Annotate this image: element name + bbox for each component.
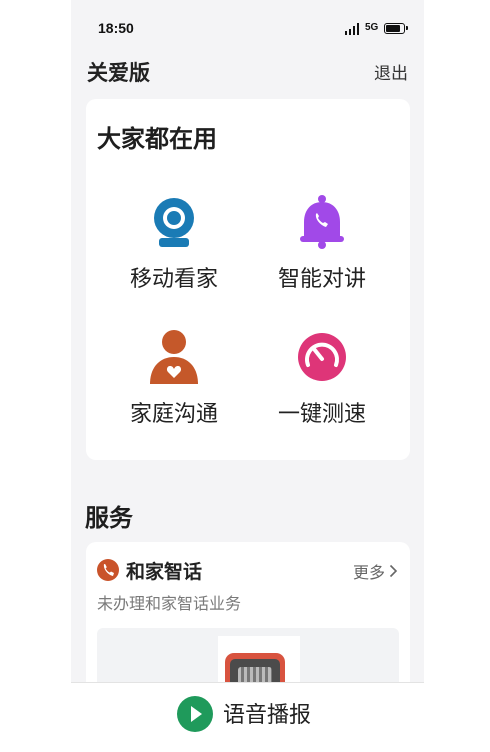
service-name: 和家智话 xyxy=(126,561,203,583)
voice-broadcast-label: 语音播报 xyxy=(223,703,312,728)
phone-screen: 18:50 5G 关爱版 退出 大家都在用 移动看家 智能对讲 家庭沟通 一键测… xyxy=(71,0,424,752)
status-bar: 18:50 5G xyxy=(71,16,424,44)
phone-icon xyxy=(97,559,119,581)
signal-icon xyxy=(345,23,361,35)
feature-label: 家庭沟通 xyxy=(129,402,218,427)
popular-section-title: 大家都在用 xyxy=(97,125,217,153)
feature-family-communication[interactable]: 家庭沟通 xyxy=(99,329,249,428)
speedometer-icon xyxy=(296,329,348,385)
status-time: 18:50 xyxy=(98,20,134,36)
service-description: 未办理和家智话业务 xyxy=(97,594,242,613)
feature-mobile-home-watch[interactable]: 移动看家 xyxy=(99,194,249,293)
feature-label: 移动看家 xyxy=(129,267,218,292)
page-title: 关爱版 xyxy=(87,61,150,85)
popular-features-card: 大家都在用 移动看家 智能对讲 家庭沟通 一键测速 xyxy=(86,99,410,460)
battery-icon xyxy=(384,23,408,34)
feature-label: 智能对讲 xyxy=(277,267,366,292)
more-link[interactable]: 更多 xyxy=(353,559,398,583)
services-section-title: 服务 xyxy=(85,504,133,532)
feature-smart-intercom[interactable]: 智能对讲 xyxy=(247,194,397,293)
top-bar: 关爱版 退出 xyxy=(71,55,424,85)
more-label: 更多 xyxy=(352,563,385,582)
camera-icon xyxy=(148,194,200,250)
person-heart-icon xyxy=(148,329,200,385)
play-icon[interactable] xyxy=(177,696,213,732)
feature-speed-test[interactable]: 一键测速 xyxy=(247,329,397,428)
feature-label: 一键测速 xyxy=(277,402,366,427)
bell-phone-icon xyxy=(296,194,348,250)
voice-broadcast-bar[interactable]: 语音播报 xyxy=(71,682,424,752)
logout-button[interactable]: 退出 xyxy=(374,59,408,84)
network-type: 5G xyxy=(365,22,379,33)
chevron-right-icon xyxy=(389,563,398,582)
